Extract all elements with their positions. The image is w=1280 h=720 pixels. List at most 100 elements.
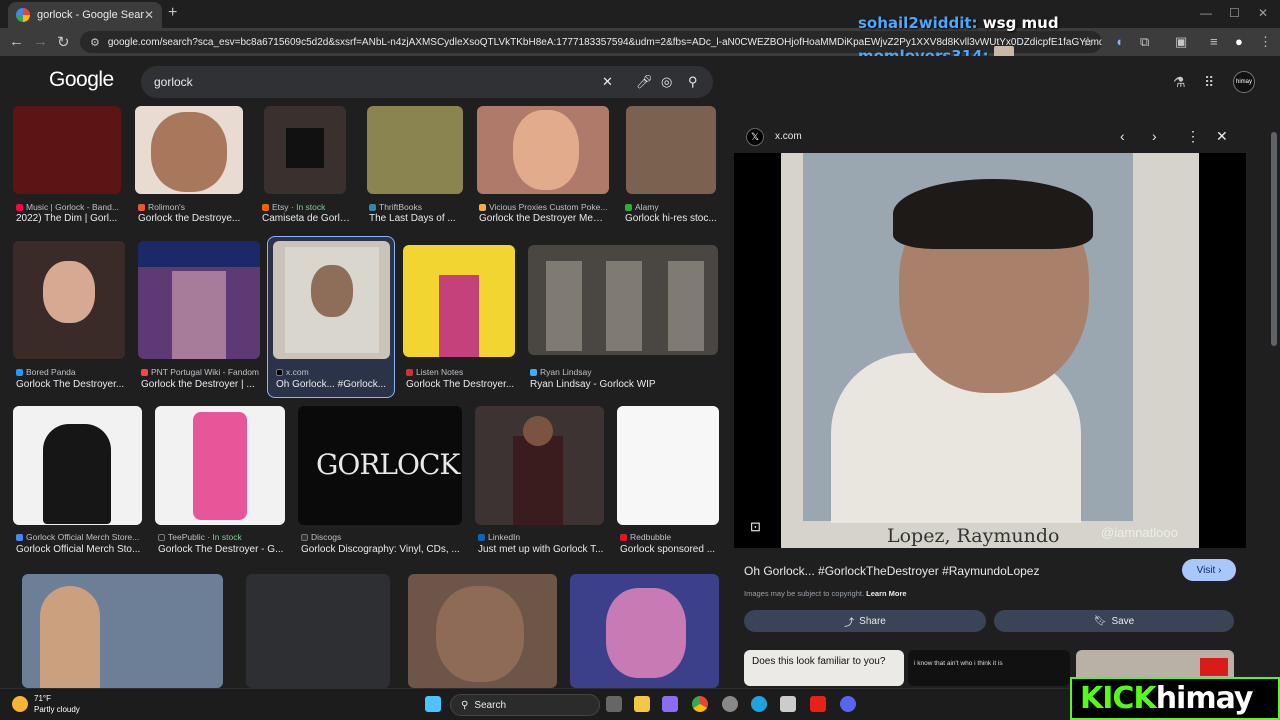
result-title[interactable]: Gorlock Official Merch Sto...	[16, 544, 142, 555]
weather-widget[interactable]: 71°F Partly cloudy	[12, 693, 80, 715]
close-window-icon[interactable]: ✕	[1258, 6, 1268, 20]
discord-icon[interactable]	[840, 696, 856, 712]
maximize-icon[interactable]: ☐	[1229, 6, 1240, 20]
side-panel-icon[interactable]: ▣	[1175, 34, 1187, 50]
store-icon[interactable]	[780, 696, 796, 712]
result-image[interactable]	[475, 406, 604, 525]
search-input[interactable]: gorlock	[141, 66, 713, 98]
google-logo[interactable]: Google	[49, 68, 114, 92]
page-scrollbar[interactable]	[1268, 112, 1280, 688]
copilot-icon[interactable]	[662, 696, 678, 712]
result-title[interactable]: Gorlock The Destroyer...	[16, 379, 126, 390]
result-title[interactable]: Gorlock Discography: Vinyl, CDs, ...	[301, 544, 461, 555]
next-icon[interactable]: ›	[1152, 128, 1157, 144]
result-title[interactable]: 2022) The Dim | Gorl...	[16, 213, 124, 224]
forward-icon[interactable]: →	[33, 33, 48, 50]
visit-button[interactable]: Visit ›	[1182, 559, 1236, 581]
result-image[interactable]	[528, 245, 718, 355]
windows-start-icon[interactable]	[425, 696, 441, 712]
result-image[interactable]	[135, 106, 243, 194]
result-title[interactable]: Gorlock the Destroyer Mem...	[479, 213, 609, 224]
preview-title[interactable]: Oh Gorlock... #GorlockTheDestroyer #Raym…	[744, 564, 1039, 578]
result-title[interactable]: Just met up with Gorlock T...	[478, 544, 604, 555]
microphone-icon[interactable]: 🎤︎	[636, 74, 653, 90]
file-explorer-icon[interactable]	[634, 696, 650, 712]
result-title[interactable]: Gorlock sponsored ...	[620, 544, 718, 555]
result-image[interactable]	[22, 574, 223, 688]
result-title[interactable]: Gorlock the Destroyer | ...	[141, 379, 261, 390]
result-image[interactable]	[617, 406, 719, 525]
result-image[interactable]	[477, 106, 609, 194]
minimize-icon[interactable]: —	[1200, 6, 1212, 20]
obs-icon[interactable]	[722, 696, 738, 712]
taskbar-search[interactable]: ⚲ Search	[450, 694, 600, 716]
youtube-icon[interactable]	[810, 696, 826, 712]
result-title[interactable]: Gorlock The Destroyer - G...	[158, 544, 284, 555]
account-avatar[interactable]: himay	[1233, 71, 1255, 93]
clear-search-icon[interactable]: ✕	[602, 74, 613, 90]
tab-google-search[interactable]: gorlock - Google Search ✕	[8, 2, 162, 28]
result-image[interactable]	[367, 106, 463, 194]
new-tab-button[interactable]: +	[168, 4, 177, 22]
reading-list-icon[interactable]: ≡	[1210, 34, 1218, 49]
result-image[interactable]	[246, 574, 390, 688]
result-image[interactable]	[13, 406, 142, 525]
menu-icon[interactable]: ⋮	[1259, 34, 1272, 50]
result-title[interactable]: Oh Gorlock... #Gorlock...	[276, 379, 388, 390]
result-title[interactable]: Gorlock The Destroyer...	[406, 379, 516, 390]
result-image[interactable]	[155, 406, 285, 525]
close-icon[interactable]: ✕	[1216, 128, 1228, 145]
result-image[interactable]: GORLOCK	[298, 406, 462, 525]
preview-image[interactable]: Lopez, Raymundo @iamnatlooo ⊡	[734, 153, 1246, 548]
related-image[interactable]: i know that ain't who i think it is	[908, 650, 1070, 686]
result-image[interactable]	[138, 241, 260, 359]
result-title[interactable]: Gorlock the Destroye...	[138, 213, 246, 224]
result-image[interactable]	[13, 106, 121, 194]
search-icon[interactable]: ⚲	[688, 74, 698, 90]
result-source: Vicious Proxies Custom Poke...	[479, 202, 609, 212]
result-image[interactable]	[13, 241, 125, 359]
learn-more-link[interactable]: Learn More	[866, 589, 906, 598]
tab-bar: gorlock - Google Search ✕ + — ☐ ✕	[0, 0, 1280, 28]
labs-flask-icon[interactable]: ⚗	[1173, 74, 1186, 91]
result-source: Alamy	[625, 202, 715, 212]
profile-icon[interactable]: ●	[1235, 34, 1243, 49]
result-image[interactable]	[626, 106, 716, 194]
previous-icon[interactable]: ‹	[1120, 128, 1125, 144]
save-button[interactable]: 🔖︎ Save	[994, 610, 1234, 632]
task-view-icon[interactable]	[606, 696, 622, 712]
site-info-icon[interactable]: ⚙	[90, 36, 100, 49]
lens-search-icon[interactable]: ⊡	[750, 519, 761, 535]
apps-grid-icon[interactable]: ⠿	[1204, 74, 1214, 91]
result-image[interactable]	[408, 574, 557, 688]
chrome-icon[interactable]	[692, 696, 708, 712]
edge-icon[interactable]	[751, 696, 767, 712]
bookmark-star-icon[interactable]: ☆	[1082, 34, 1094, 50]
result-title[interactable]: Ryan Lindsay - Gorlock WIP	[530, 379, 710, 390]
result-image[interactable]	[264, 106, 346, 194]
more-options-icon[interactable]: ⋮	[1186, 128, 1200, 145]
back-icon[interactable]: ←	[9, 33, 24, 50]
related-image[interactable]: Does this look familiar to you?	[744, 650, 904, 686]
share-button[interactable]: ⤴ Share	[744, 610, 986, 632]
result-image[interactable]	[403, 245, 515, 357]
source-favicon-icon	[406, 369, 413, 376]
chat-message: sohail2widdit: wsg mud	[858, 14, 1059, 32]
lens-icon[interactable]: ◎	[661, 74, 672, 90]
result-source: Music | Gorlock - Band...	[16, 202, 126, 212]
result-source: PNT Portugal Wiki - Fandom	[141, 367, 261, 377]
result-image[interactable]	[570, 574, 719, 688]
extensions-icon[interactable]: ⧉	[1140, 34, 1149, 50]
result-title[interactable]: Gorlock hi-res stoc...	[625, 213, 717, 224]
preview-site[interactable]: x.com	[775, 131, 802, 142]
close-tab-icon[interactable]: ✕	[144, 8, 154, 22]
reload-icon[interactable]: ↻	[57, 33, 70, 51]
source-favicon-icon	[141, 369, 148, 376]
result-title[interactable]: Camiseta de Gorlo...	[262, 213, 352, 224]
result-title[interactable]: The Last Days of ...	[369, 213, 467, 224]
source-favicon-icon	[479, 204, 486, 211]
result-image[interactable]	[273, 241, 390, 359]
scrollbar-thumb[interactable]	[1271, 132, 1277, 346]
source-favicon-icon	[262, 204, 269, 211]
media-icon[interactable]: ◖	[1115, 34, 1123, 49]
